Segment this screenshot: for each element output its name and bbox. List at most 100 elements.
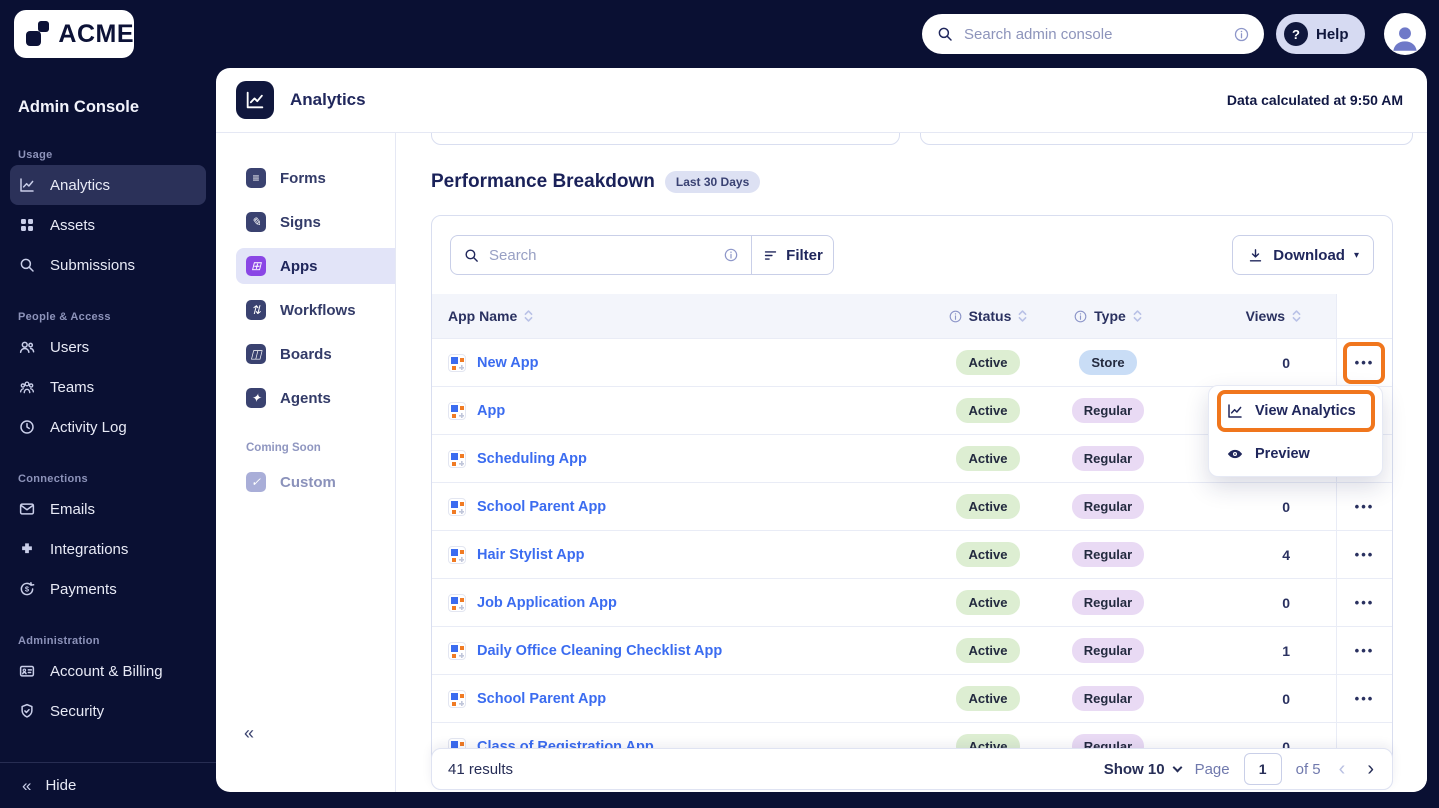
type-badge: Regular <box>1071 686 1145 711</box>
info-icon[interactable] <box>948 309 963 324</box>
app-tile-icon <box>448 449 466 468</box>
sidebar-item-icon <box>18 540 36 558</box>
table-row: Job Application App Active Regular 0 ••• <box>432 578 1392 626</box>
app-name-link[interactable]: School Parent App <box>477 499 606 515</box>
sidebar-item[interactable]: Assets <box>10 205 206 245</box>
filter-button[interactable]: Filter <box>751 236 833 274</box>
subnav-item[interactable]: ◫ Boards <box>236 336 395 372</box>
info-icon[interactable] <box>1233 26 1250 43</box>
type-badge: Store <box>1079 350 1137 375</box>
sidebar-item[interactable]: Payments <box>10 569 206 609</box>
app-tile-icon <box>448 353 466 372</box>
analytics-icon <box>236 81 274 119</box>
row-actions-button[interactable]: ••• <box>1355 643 1375 658</box>
sidebar-item-icon <box>18 338 36 356</box>
app-name-link[interactable]: New App <box>477 355 539 371</box>
menu-item-view-analytics[interactable]: View Analytics <box>1209 389 1382 432</box>
sidebar-section-people: People & Access Users Teams Activity Log <box>0 311 216 447</box>
sidebar-item-label: Assets <box>50 216 96 234</box>
row-actions-button[interactable]: ••• <box>1355 691 1375 706</box>
caret-down-icon: ▾ <box>1353 249 1359 261</box>
app-name-link[interactable]: Job Application App <box>477 595 617 611</box>
subnav-collapse-button[interactable]: « <box>244 723 254 744</box>
subnav-item-label: Workflows <box>280 301 356 319</box>
page-number-input[interactable] <box>1243 753 1282 785</box>
views-value: 0 <box>1282 594 1290 611</box>
table-search-input[interactable]: Search <box>451 236 751 274</box>
row-actions-button[interactable]: ••• <box>1355 355 1375 370</box>
sidebar-item[interactable]: Security <box>10 691 206 731</box>
sidebar: Admin Console Usage Analytics Assets Sub… <box>0 68 216 808</box>
sidebar-item-icon <box>18 216 36 234</box>
app-tile-icon <box>448 545 466 564</box>
sidebar-item[interactable]: Analytics <box>10 165 206 205</box>
sort-icon[interactable] <box>523 308 534 324</box>
menu-item-label: View Analytics <box>1255 402 1356 419</box>
sidebar-hide-button[interactable]: « Hide <box>0 762 216 808</box>
previous-page-button[interactable]: ‹ <box>1335 758 1350 781</box>
row-actions-button[interactable]: ••• <box>1355 547 1375 562</box>
brand-logo[interactable]: ACME <box>14 10 134 58</box>
next-page-button[interactable]: › <box>1363 758 1378 781</box>
sort-icon[interactable] <box>1132 308 1143 324</box>
hide-label: Hide <box>45 777 77 794</box>
status-badge: Active <box>956 638 1020 663</box>
app-name-link[interactable]: App <box>477 403 505 419</box>
subnav-item[interactable]: ≡ Forms <box>236 160 395 196</box>
row-actions-button[interactable]: ••• <box>1355 595 1375 610</box>
column-header-views[interactable]: Views <box>1168 294 1336 338</box>
row-context-menu: View Analytics Preview <box>1208 385 1383 477</box>
subnav-item-icon: ✎ <box>246 212 266 232</box>
help-button[interactable]: ? Help <box>1276 14 1365 54</box>
sidebar-item[interactable]: Integrations <box>10 529 206 569</box>
user-avatar[interactable] <box>1384 13 1426 55</box>
subnav-item[interactable]: ⇅ Workflows <box>236 292 395 328</box>
column-header-type[interactable]: Type <box>1048 294 1168 338</box>
app-name-link[interactable]: Hair Stylist App <box>477 547 584 563</box>
sort-icon[interactable] <box>1017 308 1028 324</box>
info-icon[interactable] <box>723 247 739 263</box>
subnav-item-label: Boards <box>280 345 332 363</box>
app-name-link[interactable]: School Parent App <box>477 691 606 707</box>
sidebar-item[interactable]: Activity Log <box>10 407 206 447</box>
status-badge: Active <box>956 590 1020 615</box>
filter-icon <box>762 247 779 264</box>
sidebar-item[interactable]: Account & Billing <box>10 651 206 691</box>
menu-item-preview[interactable]: Preview <box>1209 432 1382 475</box>
table-row: New App Active Store 0 ••• <box>432 338 1392 386</box>
views-value: 0 <box>1282 354 1290 371</box>
sort-icon[interactable] <box>1291 308 1302 324</box>
download-button[interactable]: Download ▾ <box>1232 235 1374 275</box>
app-tile-icon <box>448 401 466 420</box>
sidebar-item[interactable]: Emails <box>10 489 206 529</box>
show-per-page-dropdown[interactable]: Show 10 <box>1104 761 1183 778</box>
sidebar-item-icon <box>18 378 36 396</box>
column-header-status[interactable]: Status <box>928 294 1048 338</box>
chart-line-icon <box>1226 402 1244 420</box>
global-search-placeholder: Search admin console <box>964 25 1113 43</box>
info-icon[interactable] <box>1073 309 1088 324</box>
app-tile-icon <box>448 497 466 516</box>
help-label: Help <box>1316 25 1349 43</box>
views-value: 0 <box>1282 498 1290 515</box>
subnav-item[interactable]: ⊞ Apps <box>236 248 395 284</box>
sidebar-item-icon <box>18 256 36 274</box>
app-name-link[interactable]: Scheduling App <box>477 451 587 467</box>
subnav-item-label: Signs <box>280 213 321 231</box>
subnav-item-coming[interactable]: ✓ Custom <box>236 464 395 500</box>
subnav-item[interactable]: ✎ Signs <box>236 204 395 240</box>
type-badge: Regular <box>1071 494 1145 519</box>
sidebar-item[interactable]: Users <box>10 327 206 367</box>
row-actions-button[interactable]: ••• <box>1355 499 1375 514</box>
question-icon: ? <box>1284 22 1308 46</box>
column-header-app-name[interactable]: App Name <box>432 294 928 338</box>
sidebar-item-icon <box>18 580 36 598</box>
subnav-item[interactable]: ✦ Agents <box>236 380 395 416</box>
app-name-link[interactable]: Daily Office Cleaning Checklist App <box>477 643 722 659</box>
panel-header: Analytics Data calculated at 9:50 AM <box>216 68 1427 133</box>
sidebar-section-administration: Administration Account & Billing Securit… <box>0 635 216 731</box>
global-search[interactable]: Search admin console <box>922 14 1264 54</box>
sidebar-item[interactable]: Submissions <box>10 245 206 285</box>
sidebar-item[interactable]: Teams <box>10 367 206 407</box>
sidebar-item-label: Submissions <box>50 256 136 274</box>
